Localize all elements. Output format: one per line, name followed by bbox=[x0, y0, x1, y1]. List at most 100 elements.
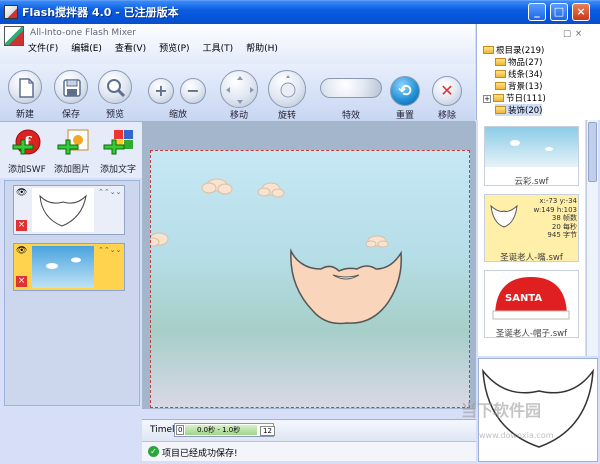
menu-view[interactable]: 查看(V) bbox=[115, 41, 146, 55]
refresh-icon: ⟲ bbox=[398, 81, 412, 100]
remove-label: 移除 bbox=[437, 111, 456, 121]
add-swf-button[interactable]: f bbox=[10, 128, 42, 158]
tree-item-holidays[interactable]: + 节日(111) bbox=[483, 92, 546, 104]
save-button[interactable] bbox=[54, 70, 88, 104]
menu-bar: 文件(F) 编辑(E) 查看(V) 预览(P) 工具(T) 帮助(H) bbox=[28, 41, 291, 55]
rotate-button[interactable] bbox=[268, 70, 306, 108]
tree-item-backgrounds[interactable]: 背景(13) bbox=[495, 80, 542, 92]
add-image-button[interactable] bbox=[56, 128, 89, 158]
thumb-clouds[interactable]: 云彩.swf bbox=[484, 126, 579, 187]
rotate-label: 旋转 bbox=[277, 111, 296, 121]
maximize-button[interactable]: □ bbox=[550, 3, 568, 21]
menu-tools[interactable]: 工具(T) bbox=[203, 41, 234, 55]
timeline-end: 12 bbox=[260, 426, 275, 436]
folder-icon bbox=[495, 70, 506, 78]
magnifier-icon bbox=[107, 79, 126, 98]
preview-panel: 当下软件园 www.downxia.com bbox=[461, 358, 598, 462]
watermark-url: www.downxia.com bbox=[479, 431, 554, 440]
thumb-santa-hat[interactable]: SANTA 圣诞老人-帽子.swf bbox=[484, 270, 579, 339]
asset-thumbnails: 云彩.swf x:-73 y:-34 w:149 h:103 38 帧数 20 … bbox=[478, 120, 585, 356]
new-label: 新建 bbox=[15, 110, 34, 120]
tree-item-lines[interactable]: 线条(34) bbox=[495, 68, 542, 80]
minimize-button[interactable]: _ bbox=[528, 3, 546, 21]
tree-item-items[interactable]: 物品(27) bbox=[495, 56, 542, 68]
status-text: 项目已经成功保存! bbox=[162, 449, 238, 459]
new-button[interactable] bbox=[8, 70, 42, 104]
thumb-image bbox=[485, 127, 578, 167]
tree-root[interactable]: 根目录(219) bbox=[483, 44, 544, 56]
stage[interactable] bbox=[146, 150, 470, 408]
add-tools-panel: f 添加SWF 添加图片 添加文字 bbox=[0, 122, 142, 178]
text-plus-icon bbox=[103, 130, 133, 155]
thumb-info: x:-73 y:-34 w:149 h:103 38 帧数 20 每秒 945 … bbox=[533, 197, 577, 239]
plus-icon: + bbox=[154, 81, 168, 100]
timeline-bar: Timel 0 0.0秒 - 1.0秒 12 bbox=[142, 419, 476, 441]
tree-item-decorations[interactable]: 装饰(20) bbox=[495, 104, 543, 116]
panel-dock-icon[interactable]: □ bbox=[563, 29, 571, 39]
add-text-label: 添加文字 bbox=[100, 165, 137, 175]
layer-item-sky[interactable]: 👁 × ⌃⌃⌄⌄ bbox=[13, 243, 125, 291]
delete-layer-icon[interactable]: × bbox=[16, 220, 27, 231]
menu-edit[interactable]: 编辑(E) bbox=[71, 41, 102, 55]
move-arrows-icon bbox=[226, 76, 254, 104]
thumb-santa-mouth[interactable]: x:-73 y:-34 w:149 h:103 38 帧数 20 每秒 945 … bbox=[484, 194, 579, 263]
close-button[interactable]: × bbox=[572, 3, 590, 21]
menu-preview[interactable]: 预览(P) bbox=[159, 41, 189, 55]
remove-button[interactable]: ✕ bbox=[432, 76, 462, 106]
visibility-eye-icon[interactable]: 👁 bbox=[16, 188, 27, 198]
rotate-knob-icon bbox=[280, 75, 296, 98]
move-button[interactable] bbox=[220, 70, 258, 108]
layer-item-beard[interactable]: 👁 × ⌃⌃⌄⌄ bbox=[13, 185, 125, 235]
add-swf-label: 添加SWF bbox=[8, 165, 46, 175]
add-text-button[interactable] bbox=[102, 128, 134, 158]
remove-x-icon: ✕ bbox=[440, 81, 454, 100]
thumb-caption: 云彩.swf bbox=[514, 177, 549, 187]
new-document-icon bbox=[19, 78, 34, 98]
folder-icon bbox=[495, 58, 506, 66]
zoom-in-button[interactable]: + bbox=[148, 78, 174, 104]
thumbnail-scrollbar[interactable] bbox=[586, 120, 598, 356]
folder-icon bbox=[495, 106, 506, 114]
category-tree: × □ 根目录(219) 物品(27) 线条(34) 背景(13) + 节日(11… bbox=[476, 24, 600, 120]
folder-icon bbox=[493, 94, 504, 102]
save-disk-icon bbox=[63, 79, 81, 97]
move-label: 移动 bbox=[229, 111, 248, 121]
flash-plus-icon: f bbox=[12, 129, 41, 155]
app-icon bbox=[4, 5, 18, 19]
check-icon: ✓ bbox=[148, 446, 159, 457]
preview-label: 预览 bbox=[105, 110, 124, 120]
preview-button[interactable] bbox=[98, 70, 132, 104]
minus-icon: − bbox=[186, 81, 200, 100]
status-bar: ✓ 项目已经成功保存! bbox=[142, 441, 476, 461]
logo-icon bbox=[4, 26, 24, 46]
effects-button[interactable] bbox=[320, 78, 382, 98]
folder-icon bbox=[495, 82, 506, 90]
timeline-range-label: 0.0秒 - 1.0秒 bbox=[197, 426, 241, 434]
app-subtitle: All-Into-one Flash Mixer bbox=[30, 28, 136, 38]
layer-controls-icon[interactable]: ⌃⌃⌄⌄ bbox=[98, 188, 121, 196]
layer-controls-icon[interactable]: ⌃⌃⌄⌄ bbox=[98, 246, 121, 254]
visibility-eye-icon[interactable]: 👁 bbox=[16, 246, 27, 256]
folder-icon bbox=[483, 46, 494, 54]
layer-thumbnail bbox=[32, 188, 94, 232]
watermark-text: 当下软件园 bbox=[461, 401, 542, 420]
menu-help[interactable]: 帮助(H) bbox=[246, 41, 278, 55]
panel-close-icon[interactable]: × bbox=[575, 29, 582, 39]
thumb-caption: 圣诞老人-帽子.swf bbox=[495, 329, 568, 339]
stage-artwork bbox=[146, 178, 402, 325]
effects-label: 特效 bbox=[341, 111, 360, 121]
thumb-image bbox=[490, 204, 518, 228]
image-plus-icon bbox=[57, 129, 89, 155]
zoom-out-button[interactable]: − bbox=[180, 78, 206, 104]
delete-layer-icon[interactable]: × bbox=[16, 276, 27, 287]
toolbar: 新建 保存 预览 + − 缩放 移动 旋转 特效 ⟲ 重置 ✕ 移除 bbox=[0, 64, 475, 122]
menu-file[interactable]: 文件(F) bbox=[28, 41, 58, 55]
thumb-image: SANTA bbox=[492, 277, 570, 320]
reset-button[interactable]: ⟲ bbox=[390, 76, 420, 106]
timeline-start: 0 bbox=[176, 425, 185, 435]
svg-text:SANTA: SANTA bbox=[505, 293, 542, 304]
layer-thumbnail bbox=[32, 246, 94, 288]
expand-plus-icon[interactable]: + bbox=[483, 95, 491, 103]
timeline-track[interactable]: 0 0.0秒 - 1.0秒 bbox=[174, 423, 274, 437]
scrollbar-thumb[interactable] bbox=[588, 122, 597, 182]
